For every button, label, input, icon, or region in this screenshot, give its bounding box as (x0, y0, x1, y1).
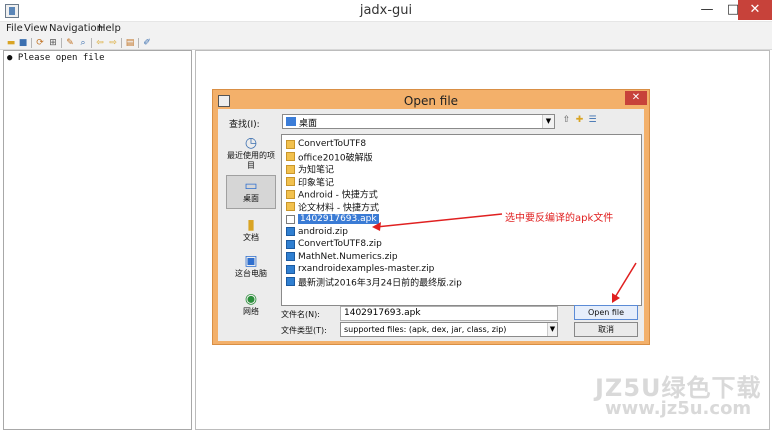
tree-panel[interactable]: ● Please open file (3, 50, 192, 430)
menu-view[interactable]: View (24, 22, 48, 35)
menu-navigation[interactable]: Navigation (49, 22, 103, 35)
cancel-button[interactable]: 取消 (574, 322, 638, 337)
search-text-icon[interactable]: ✎ (65, 38, 75, 48)
computer-icon: ▣ (244, 253, 258, 269)
toolbar-separator (91, 38, 92, 48)
menu-help[interactable]: Help (98, 22, 121, 35)
chevron-down-icon[interactable]: ▼ (542, 115, 554, 128)
open-file-dialog: Open file ✕ 查找(I): 桌面 ▼ ⇧ ✚ ☰ ◷ 最近使用的项目 … (212, 89, 650, 345)
annotation-arrow (372, 213, 503, 231)
place-computer[interactable]: ▣ 这台电脑 (226, 251, 276, 285)
look-in-value: 桌面 (299, 119, 318, 129)
new-folder-icon[interactable]: ✚ (574, 115, 585, 126)
view-menu-icon[interactable]: ☰ (587, 115, 598, 126)
toolbar-separator (61, 38, 62, 48)
place-label: 这台电脑 (235, 269, 267, 278)
tree-root-item[interactable]: ● Please open file (7, 53, 105, 63)
documents-icon: ▮ (247, 217, 255, 233)
toolbar-separator (31, 38, 32, 48)
minimize-button[interactable]: — (694, 0, 720, 20)
place-label: 文档 (243, 233, 259, 242)
back-icon[interactable]: ⇦ (95, 38, 105, 48)
look-in-combo[interactable]: 桌面 ▼ (282, 114, 555, 129)
toolbar-separator (121, 38, 122, 48)
file-type-value: supported files: (apk, dex, jar, class, … (344, 325, 507, 334)
places-bar: ◷ 最近使用的项目 ▭ 桌面 ▮ 文档 ▣ 这台电脑 ◉ 网络 (226, 133, 276, 339)
annotation-arrow-open (612, 262, 637, 303)
network-icon: ◉ (244, 291, 258, 307)
window-titlebar: jadx-gui — □ ✕ (0, 0, 772, 22)
look-in-label: 查找(I): (229, 120, 260, 130)
dialog-title: Open file (403, 94, 459, 108)
toolbar: ▬ ■ ⟳ ⊞ ✎ ⌕ ⇦ ⇨ ▤ ✐ (0, 36, 772, 50)
place-recent[interactable]: ◷ 最近使用的项目 (226, 133, 276, 173)
place-network[interactable]: ◉ 网络 (226, 289, 276, 325)
file-name-field[interactable]: 1402917693.apk (340, 306, 558, 321)
close-button[interactable]: ✕ (738, 0, 772, 20)
recent-icon: ◷ (244, 135, 258, 151)
sync-icon[interactable]: ⟳ (35, 38, 45, 48)
save-all-icon[interactable]: ■ (18, 38, 28, 48)
search-class-icon[interactable]: ⌕ (78, 38, 88, 48)
place-documents[interactable]: ▮ 文档 (226, 215, 276, 249)
desktop-folder-icon (286, 117, 296, 126)
file-type-select[interactable]: supported files: (apk, dex, jar, class, … (340, 322, 558, 337)
menu-file[interactable]: File (6, 22, 23, 35)
forward-icon[interactable]: ⇨ (108, 38, 118, 48)
open-folder-icon[interactable]: ▬ (6, 38, 16, 48)
desktop-icon: ▭ (244, 178, 258, 194)
preferences-icon[interactable]: ✐ (142, 38, 152, 48)
toolbar-separator (138, 38, 139, 48)
log-icon[interactable]: ▤ (125, 38, 135, 48)
watermark: JZ5U绿色下载 www.jz5u.com (595, 368, 770, 428)
chevron-down-icon[interactable]: ▼ (547, 323, 557, 336)
dialog-close-button[interactable]: ✕ (625, 91, 647, 105)
place-label: 桌面 (243, 194, 259, 203)
dialog-body: 查找(I): 桌面 ▼ ⇧ ✚ ☰ ◷ 最近使用的项目 ▭ 桌面 ▮ 文档 ▣ (218, 109, 644, 341)
file-list[interactable]: ConvertToUTF8 office2010破解版 为知笔记 印象笔记 An… (281, 134, 642, 306)
place-label: 最近使用的项目 (227, 151, 275, 170)
flat-packages-icon[interactable]: ⊞ (48, 38, 58, 48)
place-desktop[interactable]: ▭ 桌面 (226, 175, 276, 209)
file-name-label: 文件名(N): (281, 310, 320, 319)
file-type-label: 文件类型(T): (281, 326, 327, 335)
place-label: 网络 (243, 307, 259, 316)
up-folder-icon[interactable]: ⇧ (561, 115, 572, 126)
window-title: jadx-gui (359, 3, 413, 18)
menu-bar: File View Navigation Help (0, 22, 772, 36)
watermark-url: www.jz5u.com (605, 398, 752, 419)
